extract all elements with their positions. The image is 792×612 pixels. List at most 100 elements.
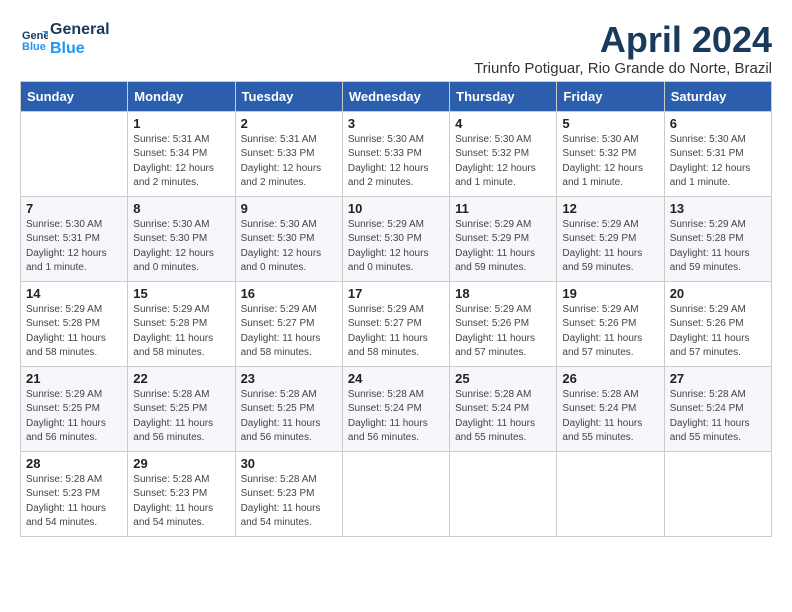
day-info: Sunrise: 5:30 AM Sunset: 5:33 PM Dayligh… xyxy=(348,133,444,191)
day-cell xyxy=(450,451,557,536)
day-info: Sunrise: 5:31 AM Sunset: 5:34 PM Dayligh… xyxy=(133,133,229,191)
day-cell: 13 Sunrise: 5:29 AM Sunset: 5:28 PM Dayli… xyxy=(664,196,771,281)
day-info: Sunrise: 5:30 AM Sunset: 5:30 PM Dayligh… xyxy=(133,218,229,276)
day-number: 19 xyxy=(562,286,658,301)
logo-icon: General Blue xyxy=(20,25,48,53)
day-number: 5 xyxy=(562,116,658,131)
day-number: 8 xyxy=(133,201,229,216)
day-cell: 26 Sunrise: 5:28 AM Sunset: 5:24 PM Dayli… xyxy=(557,366,664,451)
day-cell: 4Sunrise: 5:30 AM Sunset: 5:32 PM Daylig… xyxy=(450,111,557,196)
column-header-tuesday: Tuesday xyxy=(235,81,342,111)
day-number: 16 xyxy=(241,286,337,301)
day-number: 10 xyxy=(348,201,444,216)
logo-general: General xyxy=(50,20,110,39)
day-number: 27 xyxy=(670,371,766,386)
day-number: 13 xyxy=(670,201,766,216)
day-number: 30 xyxy=(241,456,337,471)
calendar-table: SundayMondayTuesdayWednesdayThursdayFrid… xyxy=(20,81,772,537)
day-number: 29 xyxy=(133,456,229,471)
day-cell xyxy=(557,451,664,536)
day-cell: 19Sunrise: 5:29 AM Sunset: 5:26 PM Dayli… xyxy=(557,281,664,366)
day-number: 22 xyxy=(133,371,229,386)
day-cell: 22 Sunrise: 5:28 AM Sunset: 5:25 PM Dayli… xyxy=(128,366,235,451)
day-info: Sunrise: 5:29 AM Sunset: 5:26 PM Dayligh… xyxy=(455,303,551,361)
day-cell: 30 Sunrise: 5:28 AM Sunset: 5:23 PM Dayli… xyxy=(235,451,342,536)
day-cell xyxy=(21,111,128,196)
day-info: Sunrise: 5:29 AM Sunset: 5:27 PM Dayligh… xyxy=(348,303,444,361)
day-cell: 9 Sunrise: 5:30 AM Sunset: 5:30 PM Daylig… xyxy=(235,196,342,281)
day-cell: 16 Sunrise: 5:29 AM Sunset: 5:27 PM Dayli… xyxy=(235,281,342,366)
day-cell: 21 Sunrise: 5:29 AM Sunset: 5:25 PM Dayli… xyxy=(21,366,128,451)
week-row-3: 14 Sunrise: 5:29 AM Sunset: 5:28 PM Dayli… xyxy=(21,281,772,366)
column-header-friday: Friday xyxy=(557,81,664,111)
day-number: 6 xyxy=(670,116,766,131)
header-row: SundayMondayTuesdayWednesdayThursdayFrid… xyxy=(21,81,772,111)
day-cell: 7 Sunrise: 5:30 AM Sunset: 5:31 PM Daylig… xyxy=(21,196,128,281)
day-number: 18 xyxy=(455,286,551,301)
week-row-1: 1 Sunrise: 5:31 AM Sunset: 5:34 PM Daylig… xyxy=(21,111,772,196)
day-info: Sunrise: 5:29 AM Sunset: 5:28 PM Dayligh… xyxy=(133,303,229,361)
day-number: 2 xyxy=(241,116,337,131)
day-info: Sunrise: 5:28 AM Sunset: 5:23 PM Dayligh… xyxy=(241,473,337,531)
day-number: 7 xyxy=(26,201,122,216)
day-number: 14 xyxy=(26,286,122,301)
day-cell: 29Sunrise: 5:28 AM Sunset: 5:23 PM Dayli… xyxy=(128,451,235,536)
column-header-saturday: Saturday xyxy=(664,81,771,111)
day-info: Sunrise: 5:28 AM Sunset: 5:25 PM Dayligh… xyxy=(133,388,229,446)
logo: General Blue General Blue xyxy=(20,20,110,58)
week-row-4: 21 Sunrise: 5:29 AM Sunset: 5:25 PM Dayli… xyxy=(21,366,772,451)
location: Triunfo Potiguar, Rio Grande do Norte, B… xyxy=(474,60,772,77)
day-number: 11 xyxy=(455,201,551,216)
week-row-2: 7 Sunrise: 5:30 AM Sunset: 5:31 PM Daylig… xyxy=(21,196,772,281)
day-cell: 25Sunrise: 5:28 AM Sunset: 5:24 PM Dayli… xyxy=(450,366,557,451)
svg-text:Blue: Blue xyxy=(22,41,46,53)
week-row-5: 28 Sunrise: 5:28 AM Sunset: 5:23 PM Dayli… xyxy=(21,451,772,536)
day-number: 12 xyxy=(562,201,658,216)
day-number: 3 xyxy=(348,116,444,131)
day-cell: 8 Sunrise: 5:30 AM Sunset: 5:30 PM Daylig… xyxy=(128,196,235,281)
day-info: Sunrise: 5:28 AM Sunset: 5:25 PM Dayligh… xyxy=(241,388,337,446)
day-number: 21 xyxy=(26,371,122,386)
day-info: Sunrise: 5:30 AM Sunset: 5:31 PM Dayligh… xyxy=(26,218,122,276)
day-cell: 27 Sunrise: 5:28 AM Sunset: 5:24 PM Dayli… xyxy=(664,366,771,451)
day-info: Sunrise: 5:28 AM Sunset: 5:24 PM Dayligh… xyxy=(455,388,551,446)
day-cell: 1 Sunrise: 5:31 AM Sunset: 5:34 PM Daylig… xyxy=(128,111,235,196)
day-cell: 5Sunrise: 5:30 AM Sunset: 5:32 PM Daylig… xyxy=(557,111,664,196)
day-number: 17 xyxy=(348,286,444,301)
day-cell: 24Sunrise: 5:28 AM Sunset: 5:24 PM Dayli… xyxy=(342,366,449,451)
day-number: 26 xyxy=(562,371,658,386)
logo-blue: Blue xyxy=(50,39,110,58)
day-cell: 18 Sunrise: 5:29 AM Sunset: 5:26 PM Dayli… xyxy=(450,281,557,366)
day-info: Sunrise: 5:29 AM Sunset: 5:25 PM Dayligh… xyxy=(26,388,122,446)
day-number: 23 xyxy=(241,371,337,386)
day-cell: 2 Sunrise: 5:31 AM Sunset: 5:33 PM Daylig… xyxy=(235,111,342,196)
day-number: 1 xyxy=(133,116,229,131)
day-info: Sunrise: 5:29 AM Sunset: 5:28 PM Dayligh… xyxy=(670,218,766,276)
day-info: Sunrise: 5:31 AM Sunset: 5:33 PM Dayligh… xyxy=(241,133,337,191)
day-cell: 23 Sunrise: 5:28 AM Sunset: 5:25 PM Dayli… xyxy=(235,366,342,451)
title-section: April 2024 Triunfo Potiguar, Rio Grande … xyxy=(474,20,772,77)
column-header-wednesday: Wednesday xyxy=(342,81,449,111)
day-info: Sunrise: 5:29 AM Sunset: 5:30 PM Dayligh… xyxy=(348,218,444,276)
day-number: 28 xyxy=(26,456,122,471)
day-number: 15 xyxy=(133,286,229,301)
day-info: Sunrise: 5:29 AM Sunset: 5:26 PM Dayligh… xyxy=(670,303,766,361)
day-cell: 15 Sunrise: 5:29 AM Sunset: 5:28 PM Dayli… xyxy=(128,281,235,366)
column-header-thursday: Thursday xyxy=(450,81,557,111)
day-info: Sunrise: 5:28 AM Sunset: 5:23 PM Dayligh… xyxy=(26,473,122,531)
day-info: Sunrise: 5:29 AM Sunset: 5:27 PM Dayligh… xyxy=(241,303,337,361)
day-info: Sunrise: 5:30 AM Sunset: 5:31 PM Dayligh… xyxy=(670,133,766,191)
day-cell: 3 Sunrise: 5:30 AM Sunset: 5:33 PM Daylig… xyxy=(342,111,449,196)
month-title: April 2024 xyxy=(474,20,772,60)
day-cell: 17 Sunrise: 5:29 AM Sunset: 5:27 PM Dayli… xyxy=(342,281,449,366)
day-number: 9 xyxy=(241,201,337,216)
column-header-monday: Monday xyxy=(128,81,235,111)
page-header: General Blue General Blue April 2024 Tri… xyxy=(20,20,772,77)
day-number: 24 xyxy=(348,371,444,386)
day-cell: 6 Sunrise: 5:30 AM Sunset: 5:31 PM Daylig… xyxy=(664,111,771,196)
day-cell: 12Sunrise: 5:29 AM Sunset: 5:29 PM Dayli… xyxy=(557,196,664,281)
day-info: Sunrise: 5:28 AM Sunset: 5:24 PM Dayligh… xyxy=(670,388,766,446)
day-info: Sunrise: 5:30 AM Sunset: 5:30 PM Dayligh… xyxy=(241,218,337,276)
column-header-sunday: Sunday xyxy=(21,81,128,111)
day-info: Sunrise: 5:28 AM Sunset: 5:24 PM Dayligh… xyxy=(562,388,658,446)
